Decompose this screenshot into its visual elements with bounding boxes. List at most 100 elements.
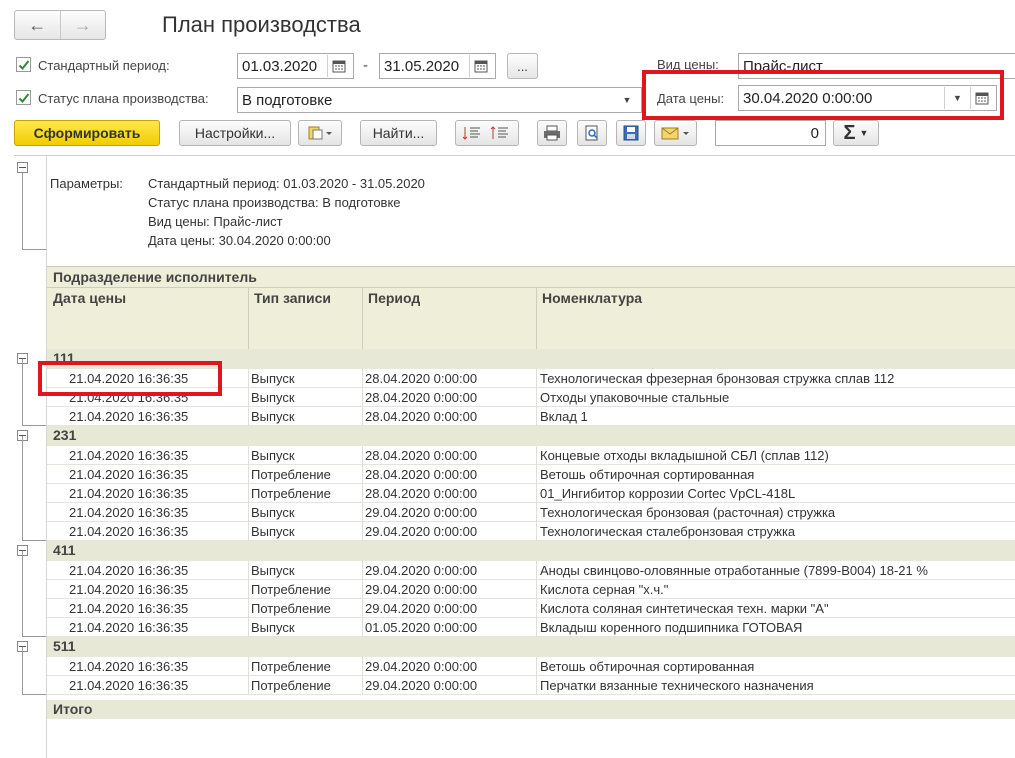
dropdown-arrow-icon[interactable]: ▼: [617, 89, 637, 111]
period-from-field[interactable]: 01.03.2020: [237, 53, 354, 79]
cell-record-type: Выпуск: [251, 563, 295, 578]
cell-period: 28.04.2020 0:00:00: [365, 486, 478, 501]
group-row[interactable]: 411: [47, 541, 1015, 561]
status-checkbox[interactable]: [16, 90, 31, 105]
cell-nomenclature: Технологическая сталебронзовая стружка: [540, 524, 796, 539]
column-header-price-date[interactable]: Дата цены: [53, 290, 126, 306]
back-arrow-icon[interactable]: ←: [15, 11, 60, 39]
sum-menu-button[interactable]: Σ ▼: [833, 120, 879, 146]
cell-price-date: 21.04.2020 16:36:35: [69, 409, 189, 424]
settings-button[interactable]: Настройки...: [179, 120, 291, 146]
cell-nomenclature: Ветошь обтирочная сортированная: [540, 467, 755, 482]
cell-price-date: 21.04.2020 16:36:35: [69, 563, 189, 578]
table-row[interactable]: 21.04.2020 16:36:35 Потребление 28.04.2020…: [47, 484, 1015, 503]
group-tree-line: [22, 436, 23, 541]
cell-nomenclature: Технологическая бронзовая (расточная) ст…: [540, 505, 836, 520]
forward-arrow-icon[interactable]: →: [59, 11, 106, 39]
period-select-button[interactable]: ...: [507, 53, 538, 79]
group-row[interactable]: 511: [47, 637, 1015, 657]
cell-price-date: 21.04.2020 16:36:35: [69, 582, 189, 597]
column-header-period[interactable]: Период: [368, 290, 420, 306]
table-row[interactable]: 21.04.2020 16:36:35 Выпуск 29.04.2020 0:00…: [47, 522, 1015, 541]
cell-price-date: 21.04.2020 16:36:35: [69, 601, 189, 616]
sum-value-field: 0: [715, 120, 826, 146]
param-line: Вид цены: Прайс-лист: [148, 214, 283, 229]
cell-nomenclature: Кислота серная "х.ч.": [540, 582, 669, 597]
cell-nomenclature: Вклад 1: [540, 409, 588, 424]
cell-price-date: 21.04.2020 16:36:35: [69, 620, 189, 635]
cell-nomenclature: Технологическая фрезерная бронзовая стру…: [540, 371, 895, 386]
report-variant-icon: [308, 126, 332, 140]
table-row[interactable]: 21.04.2020 16:36:35 Потребление 29.04.2020…: [47, 657, 1015, 676]
preview-button[interactable]: [577, 120, 607, 146]
column-header-nomenclature[interactable]: Номенклатура: [542, 290, 642, 306]
cell-nomenclature: Отходы упаковочные стальные: [540, 390, 730, 405]
table-row[interactable]: 21.04.2020 16:36:35 Потребление 29.04.2020…: [47, 676, 1015, 695]
cell-price-date: 21.04.2020 16:36:35: [69, 524, 189, 539]
cell-period: 28.04.2020 0:00:00: [365, 448, 478, 463]
cell-record-type: Потребление: [251, 467, 331, 482]
group-tree-line: [22, 551, 23, 637]
table-row[interactable]: 21.04.2020 16:36:35 Выпуск 28.04.2020 0:00…: [47, 446, 1015, 465]
checkmark-icon: [18, 92, 29, 103]
cell-nomenclature: Аноды свинцово-оловянные отработанные (7…: [540, 563, 928, 578]
printer-icon: [544, 125, 560, 141]
total-row: Итого: [47, 700, 1015, 719]
highlight-box-price-date: [642, 70, 1004, 120]
group-tree-line: [22, 425, 46, 426]
variant-menu-button[interactable]: [298, 120, 342, 146]
cell-period: 01.05.2020 0:00:00: [365, 620, 478, 635]
cell-record-type: Потребление: [251, 601, 331, 616]
period-to-value: 31.05.2020: [384, 57, 460, 75]
cell-nomenclature: Ветошь обтирочная сортированная: [540, 659, 755, 674]
standard-period-checkbox[interactable]: [16, 57, 31, 72]
cell-period: 29.04.2020 0:00:00: [365, 659, 478, 674]
status-select[interactable]: В подготовке ▼: [237, 87, 642, 113]
highlight-box-price-date-cell: [38, 361, 222, 396]
generate-button[interactable]: Сформировать: [14, 120, 160, 146]
cell-price-date: 21.04.2020 16:36:35: [69, 486, 189, 501]
group-name: 231: [53, 427, 77, 443]
group-row[interactable]: 231: [47, 426, 1015, 446]
cell-record-type: Потребление: [251, 678, 331, 693]
status-value: В подготовке: [242, 91, 333, 109]
table-row[interactable]: 21.04.2020 16:36:35 Выпуск 01.05.2020 0:00…: [47, 618, 1015, 637]
calendar-icon[interactable]: [469, 55, 491, 77]
cell-record-type: Потребление: [251, 582, 331, 597]
period-dash: -: [363, 57, 368, 74]
cell-period: 29.04.2020 0:00:00: [365, 678, 478, 693]
table-row[interactable]: 21.04.2020 16:36:35 Потребление 29.04.2020…: [47, 599, 1015, 618]
params-label: Параметры:: [50, 176, 123, 191]
group-tree-line: [22, 636, 46, 637]
find-button[interactable]: Найти...: [360, 120, 437, 146]
sum-value: 0: [810, 124, 819, 142]
cell-period: 29.04.2020 0:00:00: [365, 524, 478, 539]
group-header-label: Подразделение исполнитель: [53, 269, 257, 285]
send-email-button[interactable]: [654, 120, 697, 146]
column-header-record-type[interactable]: Тип записи: [254, 290, 331, 306]
cell-nomenclature: Кислота соляная синтетическая техн. марк…: [540, 601, 829, 616]
save-button[interactable]: [616, 120, 646, 146]
table-row[interactable]: 21.04.2020 16:36:35 Выпуск 29.04.2020 0:00…: [47, 503, 1015, 522]
cell-period: 29.04.2020 0:00:00: [365, 505, 478, 520]
cell-period: 29.04.2020 0:00:00: [365, 601, 478, 616]
cell-period: 28.04.2020 0:00:00: [365, 390, 478, 405]
group-expand-collapse-buttons[interactable]: [455, 120, 519, 146]
cell-record-type: Потребление: [251, 486, 331, 501]
group-tree-line: [22, 694, 46, 695]
period-to-field[interactable]: 31.05.2020: [379, 53, 496, 79]
print-button[interactable]: [537, 120, 567, 146]
preview-icon: [585, 125, 598, 141]
calendar-icon[interactable]: [327, 55, 349, 77]
table-row[interactable]: 21.04.2020 16:36:35 Потребление 28.04.2020…: [47, 465, 1015, 484]
table-row[interactable]: 21.04.2020 16:36:35 Выпуск 28.04.2020 0:00…: [47, 407, 1015, 426]
cell-price-date: 21.04.2020 16:36:35: [69, 448, 189, 463]
status-label: Статус плана производства:: [38, 91, 209, 106]
report-spreadsheet[interactable]: Параметры: Стандартный период: 01.03.202…: [14, 155, 1015, 758]
group-name: 411: [53, 542, 76, 558]
cell-nomenclature: Вкладыш коренного подшипника ГОТОВАЯ: [540, 620, 803, 635]
collapse-params-icon[interactable]: [17, 162, 28, 173]
table-row[interactable]: 21.04.2020 16:36:35 Потребление 29.04.2020…: [47, 580, 1015, 599]
table-row[interactable]: 21.04.2020 16:36:35 Выпуск 29.04.2020 0:00…: [47, 561, 1015, 580]
cell-price-date: 21.04.2020 16:36:35: [69, 659, 189, 674]
